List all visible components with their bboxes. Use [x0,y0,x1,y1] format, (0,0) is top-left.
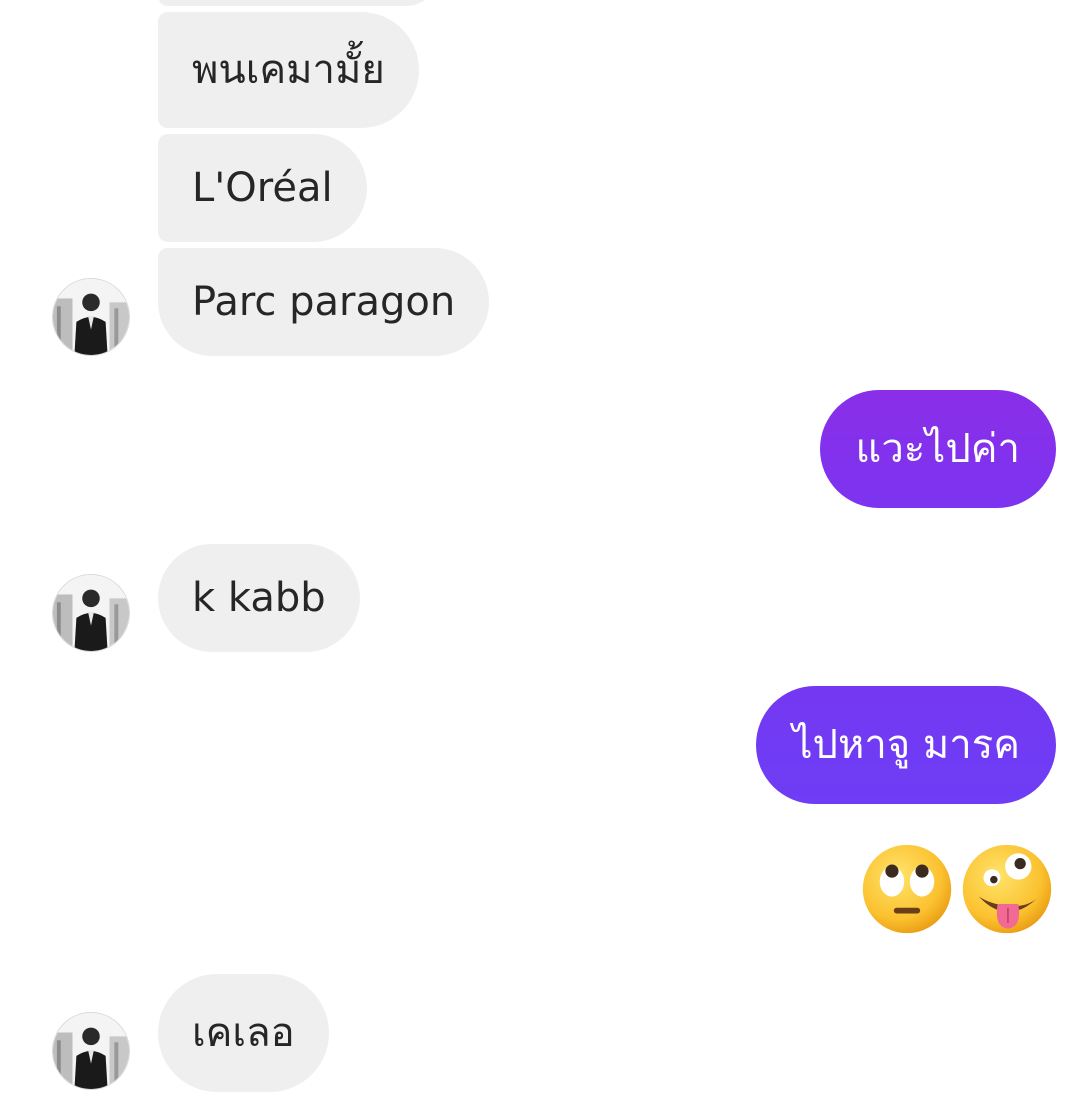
incoming-message[interactable]: Parc paragon [158,248,490,356]
avatar-photo-icon [53,575,129,651]
emoji-message[interactable] [860,842,1054,936]
incoming-message[interactable]: พนเคมามั้ย [158,12,419,128]
incoming-message[interactable]: L'Oréal [158,134,367,242]
message-text: เคเลอ [192,1010,295,1056]
message-text: Parc paragon [192,279,456,325]
avatar[interactable] [52,1012,130,1090]
incoming-message[interactable]: k kabb [158,544,360,652]
outgoing-message[interactable]: แวะไปค่า [819,390,1056,508]
message-text: L'Oréal [192,165,333,211]
incoming-message-partial[interactable] [158,0,440,6]
message-text: พนเคมามั้ย [192,47,385,93]
message-text: k kabb [192,575,326,621]
message-text: แวะไปค่า [855,426,1020,472]
message-thread: พนเคมามั้ย L'Oréal Parc paragon แวะไปค่า… [0,0,1080,1116]
avatar-photo-icon [53,279,129,355]
zany-face-emoji-icon [962,844,1052,934]
avatar-photo-icon [53,1013,129,1089]
avatar[interactable] [52,278,130,356]
avatar[interactable] [52,574,130,652]
outgoing-message[interactable]: ไปหาจู มารค [756,686,1056,804]
incoming-message[interactable]: เคเลอ [158,974,329,1092]
message-text: ไปหาจู มารค [792,722,1020,768]
rolling-eyes-emoji-icon [862,844,952,934]
